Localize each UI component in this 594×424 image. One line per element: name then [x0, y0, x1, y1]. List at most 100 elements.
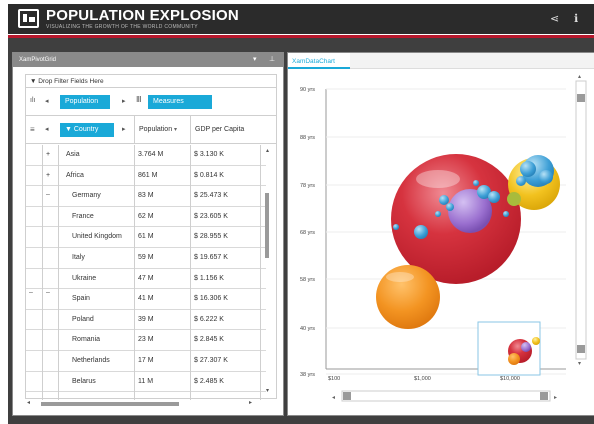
chevron-left-icon[interactable]: ◂: [45, 97, 49, 105]
bubble-small[interactable]: [393, 224, 399, 230]
horizontal-scrollbar-thumb[interactable]: [41, 402, 179, 406]
population-chip[interactable]: Population: [60, 95, 110, 109]
column-header-population[interactable]: Population ▾: [134, 116, 190, 144]
table-row[interactable]: + Africa 861 M $ 0.814 K: [26, 166, 266, 187]
scroll-down-icon[interactable]: ▾: [266, 387, 269, 394]
column-header-gdp[interactable]: GDP per Capita: [190, 116, 260, 144]
pin-icon[interactable]: ⊥: [269, 55, 275, 63]
table-row[interactable]: Poland 39 M $ 6.222 K: [26, 310, 266, 331]
row-label: Asia: [66, 151, 80, 158]
row-label: Italy: [72, 253, 85, 261]
zoom-handle-left[interactable]: [343, 392, 351, 400]
bubble-small[interactable]: [503, 211, 509, 217]
grid-divider: [260, 145, 261, 400]
zoom-handle-bottom[interactable]: [577, 345, 585, 353]
vertical-scrollbar-thumb[interactable]: [265, 193, 269, 258]
grid-divider: [58, 145, 59, 400]
bubble-small[interactable]: [446, 203, 454, 211]
grid-divider: [134, 145, 135, 400]
chevron-right-icon[interactable]: ▸: [122, 97, 126, 105]
table-row[interactable]: Italy 59 M $ 19.657 K: [26, 248, 266, 269]
app-window: POPULATION EXPLOSION VISUALIZING THE GRO…: [0, 0, 594, 424]
table-row[interactable]: United Kingdom 61 M $ 28.955 K: [26, 227, 266, 248]
row-label: Germany: [72, 192, 101, 200]
bubble-small[interactable]: [520, 161, 536, 177]
gdp-cell: $ 25.473 K: [194, 192, 228, 200]
collapse-icon[interactable]: –: [46, 289, 50, 296]
population-cell: 17 M: [138, 356, 154, 364]
zoom-handle-top[interactable]: [577, 94, 585, 102]
pivot-body: ▼ Drop Filter Fields Here ılı ◂ Populati…: [25, 74, 277, 400]
chevron-right-icon[interactable]: ▸: [122, 125, 126, 133]
zoom-right-icon[interactable]: ▸: [554, 395, 557, 401]
logo-icon: [18, 9, 39, 28]
vertical-zoom-bar[interactable]: [575, 80, 587, 360]
table-row[interactable]: Ukraine 47 M $ 1.156 K: [26, 269, 266, 290]
filter-icon: ▼: [65, 126, 74, 133]
collapse-icon[interactable]: –: [29, 289, 33, 296]
gdp-cell: $ 1.156 K: [194, 274, 224, 282]
collapse-icon[interactable]: –: [46, 191, 50, 198]
bubble-small[interactable]: [507, 192, 521, 206]
bubble-small[interactable]: [414, 225, 428, 239]
measures-icon: Ⅲ: [136, 95, 142, 104]
chevron-left-icon[interactable]: ◂: [45, 125, 49, 133]
bubble-small[interactable]: [488, 191, 500, 203]
population-cell: 59 M: [138, 253, 154, 261]
pivot-panel-title: XamPivotGrid: [19, 57, 57, 63]
share-icon[interactable]: ⋖: [550, 12, 559, 25]
row-label: France: [72, 212, 94, 220]
bubble-small[interactable]: [439, 195, 449, 205]
data-chart-panel: XamDataChart 90 yrs 88 yrs 78 yrs 68 yrs…: [287, 52, 594, 416]
expand-icon[interactable]: +: [46, 151, 50, 158]
bubble-small[interactable]: [516, 176, 526, 186]
population-cell: 61 M: [138, 233, 154, 241]
bubble-small[interactable]: [435, 211, 441, 217]
table-row[interactable]: Netherlands 17 M $ 27.307 K: [26, 351, 266, 372]
overview-bubble: [532, 337, 540, 345]
table-row[interactable]: Belarus 11 M $ 2.485 K: [26, 372, 266, 393]
gdp-cell: $ 0.814 K: [194, 171, 224, 179]
row-label: Netherlands: [72, 356, 110, 364]
bubble-small[interactable]: [539, 170, 553, 184]
bubble-highlight: [386, 272, 414, 282]
zoom-left-icon[interactable]: ◂: [332, 395, 335, 401]
gdp-cell: $ 16.306 K: [194, 295, 228, 303]
measures-chip[interactable]: Measures: [148, 95, 212, 109]
x-tick-label: $100: [328, 376, 340, 382]
rows-icon: ≡: [30, 125, 35, 134]
zoom-up-icon[interactable]: ▴: [578, 74, 581, 80]
y-tick-label: 88 yrs: [300, 135, 315, 141]
pivot-panel-title-bar: XamPivotGrid ▾ ⊥: [13, 53, 283, 67]
zoom-handle-right[interactable]: [540, 392, 548, 400]
info-icon[interactable]: ℹ: [574, 12, 578, 25]
population-cell: 861 M: [138, 171, 158, 179]
table-row[interactable]: + Asia 3.764 M $ 3.130 K: [26, 145, 266, 166]
dropdown-icon[interactable]: ▾: [253, 55, 257, 63]
expand-icon[interactable]: +: [46, 172, 50, 179]
tab-xamdatachart[interactable]: XamDataChart: [288, 53, 350, 69]
table-row[interactable]: Germany 83 M $ 25.473 K: [26, 186, 266, 207]
scroll-left-icon[interactable]: ◂: [27, 399, 30, 406]
pivot-grid-panel: XamPivotGrid ▾ ⊥ ▼ Drop Filter Fields He…: [12, 52, 284, 416]
y-tick-label: 78 yrs: [300, 183, 315, 189]
overview-bubble: [521, 342, 531, 352]
table-row[interactable]: Romania 23 M $ 2.845 K: [26, 330, 266, 351]
table-row[interactable]: Spain 41 M $ 16.306 K: [26, 289, 266, 310]
scroll-right-icon[interactable]: ▸: [249, 399, 252, 406]
population-cell: 23 M: [138, 336, 154, 344]
bubble-small[interactable]: [473, 180, 479, 186]
population-cell: 39 M: [138, 315, 154, 323]
zoom-down-icon[interactable]: ▾: [578, 361, 581, 367]
scroll-up-icon[interactable]: ▴: [266, 147, 269, 154]
country-chip[interactable]: ▼ Country: [60, 123, 114, 137]
gdp-cell: $ 2.845 K: [194, 336, 224, 344]
population-cell: 47 M: [138, 274, 154, 282]
app-subtitle: VISUALIZING THE GROWTH OF THE WORLD COMM…: [46, 24, 198, 30]
filter-drop-zone[interactable]: ▼ Drop Filter Fields Here: [26, 75, 276, 88]
row-label: Spain: [72, 295, 90, 303]
grid-divider: [42, 145, 43, 400]
horizontal-zoom-bar[interactable]: [341, 390, 551, 402]
population-cell: 11 M: [138, 377, 154, 385]
table-row[interactable]: France 62 M $ 23.605 K: [26, 207, 266, 228]
